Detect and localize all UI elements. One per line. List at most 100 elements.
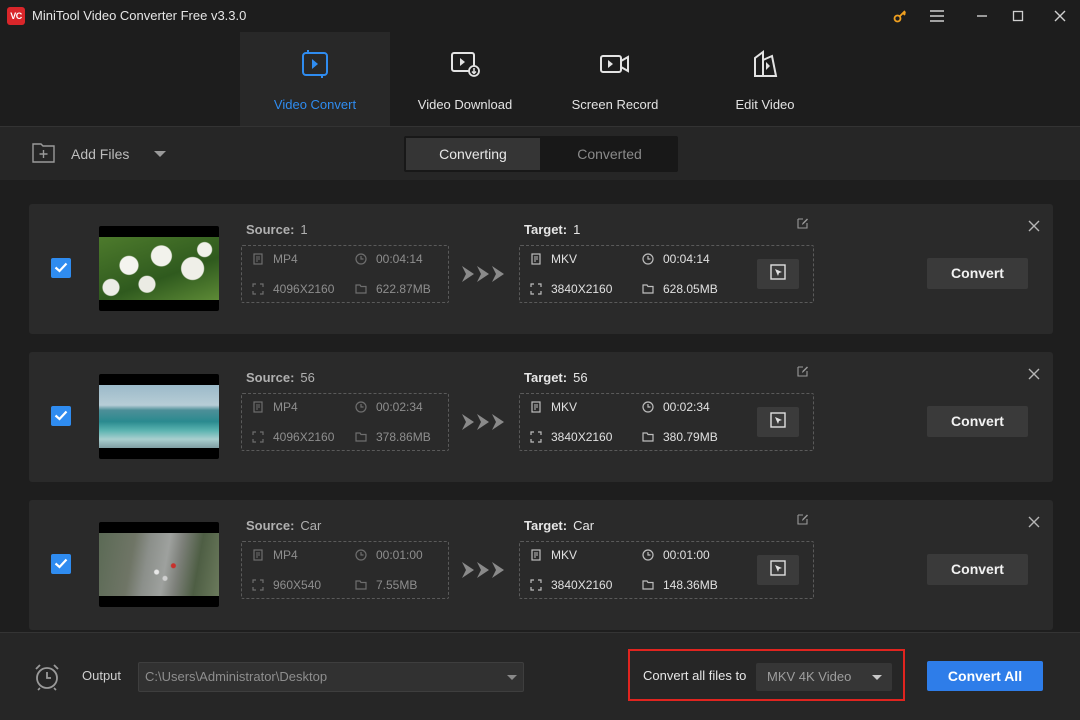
clock-icon (355, 549, 367, 561)
edit-icon[interactable] (797, 364, 809, 382)
add-files-button[interactable]: Add Files (32, 141, 129, 167)
tab-edit-video[interactable]: Edit Video (690, 32, 840, 126)
file-checkbox[interactable] (51, 406, 71, 426)
tab-converted[interactable]: Converted (541, 136, 678, 172)
screen-record-icon (600, 50, 630, 78)
app-logo: VC (7, 7, 25, 25)
source-label: Source: (246, 370, 295, 385)
source-box: MP4 00:02:34 4096X2160 378.86MB (241, 393, 449, 451)
target-duration: 00:01:00 (642, 548, 710, 562)
menu-icon[interactable] (927, 6, 947, 26)
tab-screen-record[interactable]: Screen Record (540, 32, 690, 126)
target-format: MKV (530, 548, 577, 562)
source-label: Source: (246, 518, 295, 533)
target-name: 1 (573, 222, 581, 237)
module-label: Video Download (417, 97, 513, 112)
source-format: MP4 (252, 548, 298, 562)
file-icon (252, 549, 264, 561)
target-info: Target: 56 (524, 370, 588, 385)
maximize-icon[interactable] (1008, 6, 1028, 26)
tab-video-download[interactable]: Video Download (390, 32, 540, 126)
video-download-icon (450, 50, 480, 78)
source-info: Source: 56 (246, 370, 315, 385)
convert-button[interactable]: Convert (927, 258, 1028, 289)
target-resolution: 3840X2160 (530, 282, 612, 296)
target-settings-button[interactable] (757, 407, 799, 437)
video-thumbnail[interactable] (99, 374, 219, 459)
source-duration: 00:01:00 (355, 548, 423, 562)
target-size: 628.05MB (642, 282, 718, 296)
folder-icon (355, 283, 367, 295)
close-icon[interactable] (1050, 6, 1070, 26)
chevron-down-icon (507, 675, 517, 680)
target-name: 56 (573, 370, 588, 385)
convert-all-button[interactable]: Convert All (927, 661, 1043, 691)
file-icon (530, 401, 542, 413)
tab-video-convert[interactable]: Video Convert (240, 32, 390, 126)
resolution-icon (530, 579, 542, 591)
add-files-label: Add Files (71, 146, 130, 162)
folder-icon (642, 579, 654, 591)
format-select[interactable]: MKV 4K Video (756, 663, 892, 691)
source-format: MP4 (252, 400, 298, 414)
edit-icon[interactable] (797, 512, 809, 530)
target-duration: 00:04:14 (642, 252, 710, 266)
file-checkbox[interactable] (51, 554, 71, 574)
edit-icon[interactable] (797, 216, 809, 234)
target-resolution: 3840X2160 (530, 430, 612, 444)
source-name: 1 (300, 222, 308, 237)
minimize-icon[interactable] (972, 6, 992, 26)
file-icon (252, 253, 264, 265)
video-thumbnail[interactable] (99, 226, 219, 311)
schedule-icon[interactable] (33, 663, 61, 696)
chevron-down-icon (872, 675, 882, 680)
folder-icon (355, 431, 367, 443)
video-convert-icon (300, 50, 330, 78)
source-size: 7.55MB (355, 578, 417, 592)
source-resolution: 4096X2160 (252, 430, 334, 444)
select-target-icon (770, 559, 786, 581)
convert-arrows-icon (461, 414, 506, 430)
remove-file-icon[interactable] (1028, 367, 1040, 385)
footer-bar: Output C:\Users\Administrator\Desktop Co… (0, 632, 1080, 720)
format-value: MKV 4K Video (767, 669, 852, 684)
key-icon[interactable] (890, 6, 910, 26)
clock-icon (642, 401, 654, 413)
remove-file-icon[interactable] (1028, 219, 1040, 237)
source-info: Source: Car (246, 518, 321, 533)
output-path-select[interactable]: C:\Users\Administrator\Desktop (138, 662, 524, 692)
convert-arrows-icon (461, 266, 506, 282)
module-bar: Video Convert Video Download Screen Reco… (0, 32, 1080, 126)
tab-converting[interactable]: Converting (406, 138, 540, 170)
highway-cars-image (99, 533, 219, 596)
edit-video-icon (750, 50, 780, 78)
module-label: Edit Video (735, 97, 795, 112)
clock-icon (355, 253, 367, 265)
video-thumbnail[interactable] (99, 522, 219, 607)
source-format: MP4 (252, 252, 298, 266)
remove-file-icon[interactable] (1028, 515, 1040, 533)
target-settings-button[interactable] (757, 259, 799, 289)
convert-button[interactable]: Convert (927, 554, 1028, 585)
add-files-dropdown-icon[interactable] (154, 151, 166, 157)
source-size: 622.87MB (355, 282, 431, 296)
target-size: 380.79MB (642, 430, 718, 444)
source-name: Car (300, 518, 322, 533)
convert-button[interactable]: Convert (927, 406, 1028, 437)
target-name: Car (573, 518, 595, 533)
target-label: Target: (524, 518, 568, 533)
file-checkbox[interactable] (51, 258, 71, 278)
select-target-icon (770, 411, 786, 433)
target-settings-button[interactable] (757, 555, 799, 585)
source-duration: 00:02:34 (355, 400, 423, 414)
title-bar: VC MiniTool Video Converter Free v3.3.0 (0, 0, 1080, 32)
source-name: 56 (300, 370, 315, 385)
white-flowers-image (99, 237, 219, 300)
resolution-icon (530, 283, 542, 295)
source-duration: 00:04:14 (355, 252, 423, 266)
resolution-icon (252, 283, 264, 295)
target-label: Target: (524, 222, 568, 237)
output-path-value: C:\Users\Administrator\Desktop (145, 669, 328, 684)
target-info: Target: Car (524, 518, 594, 533)
file-icon (530, 253, 542, 265)
